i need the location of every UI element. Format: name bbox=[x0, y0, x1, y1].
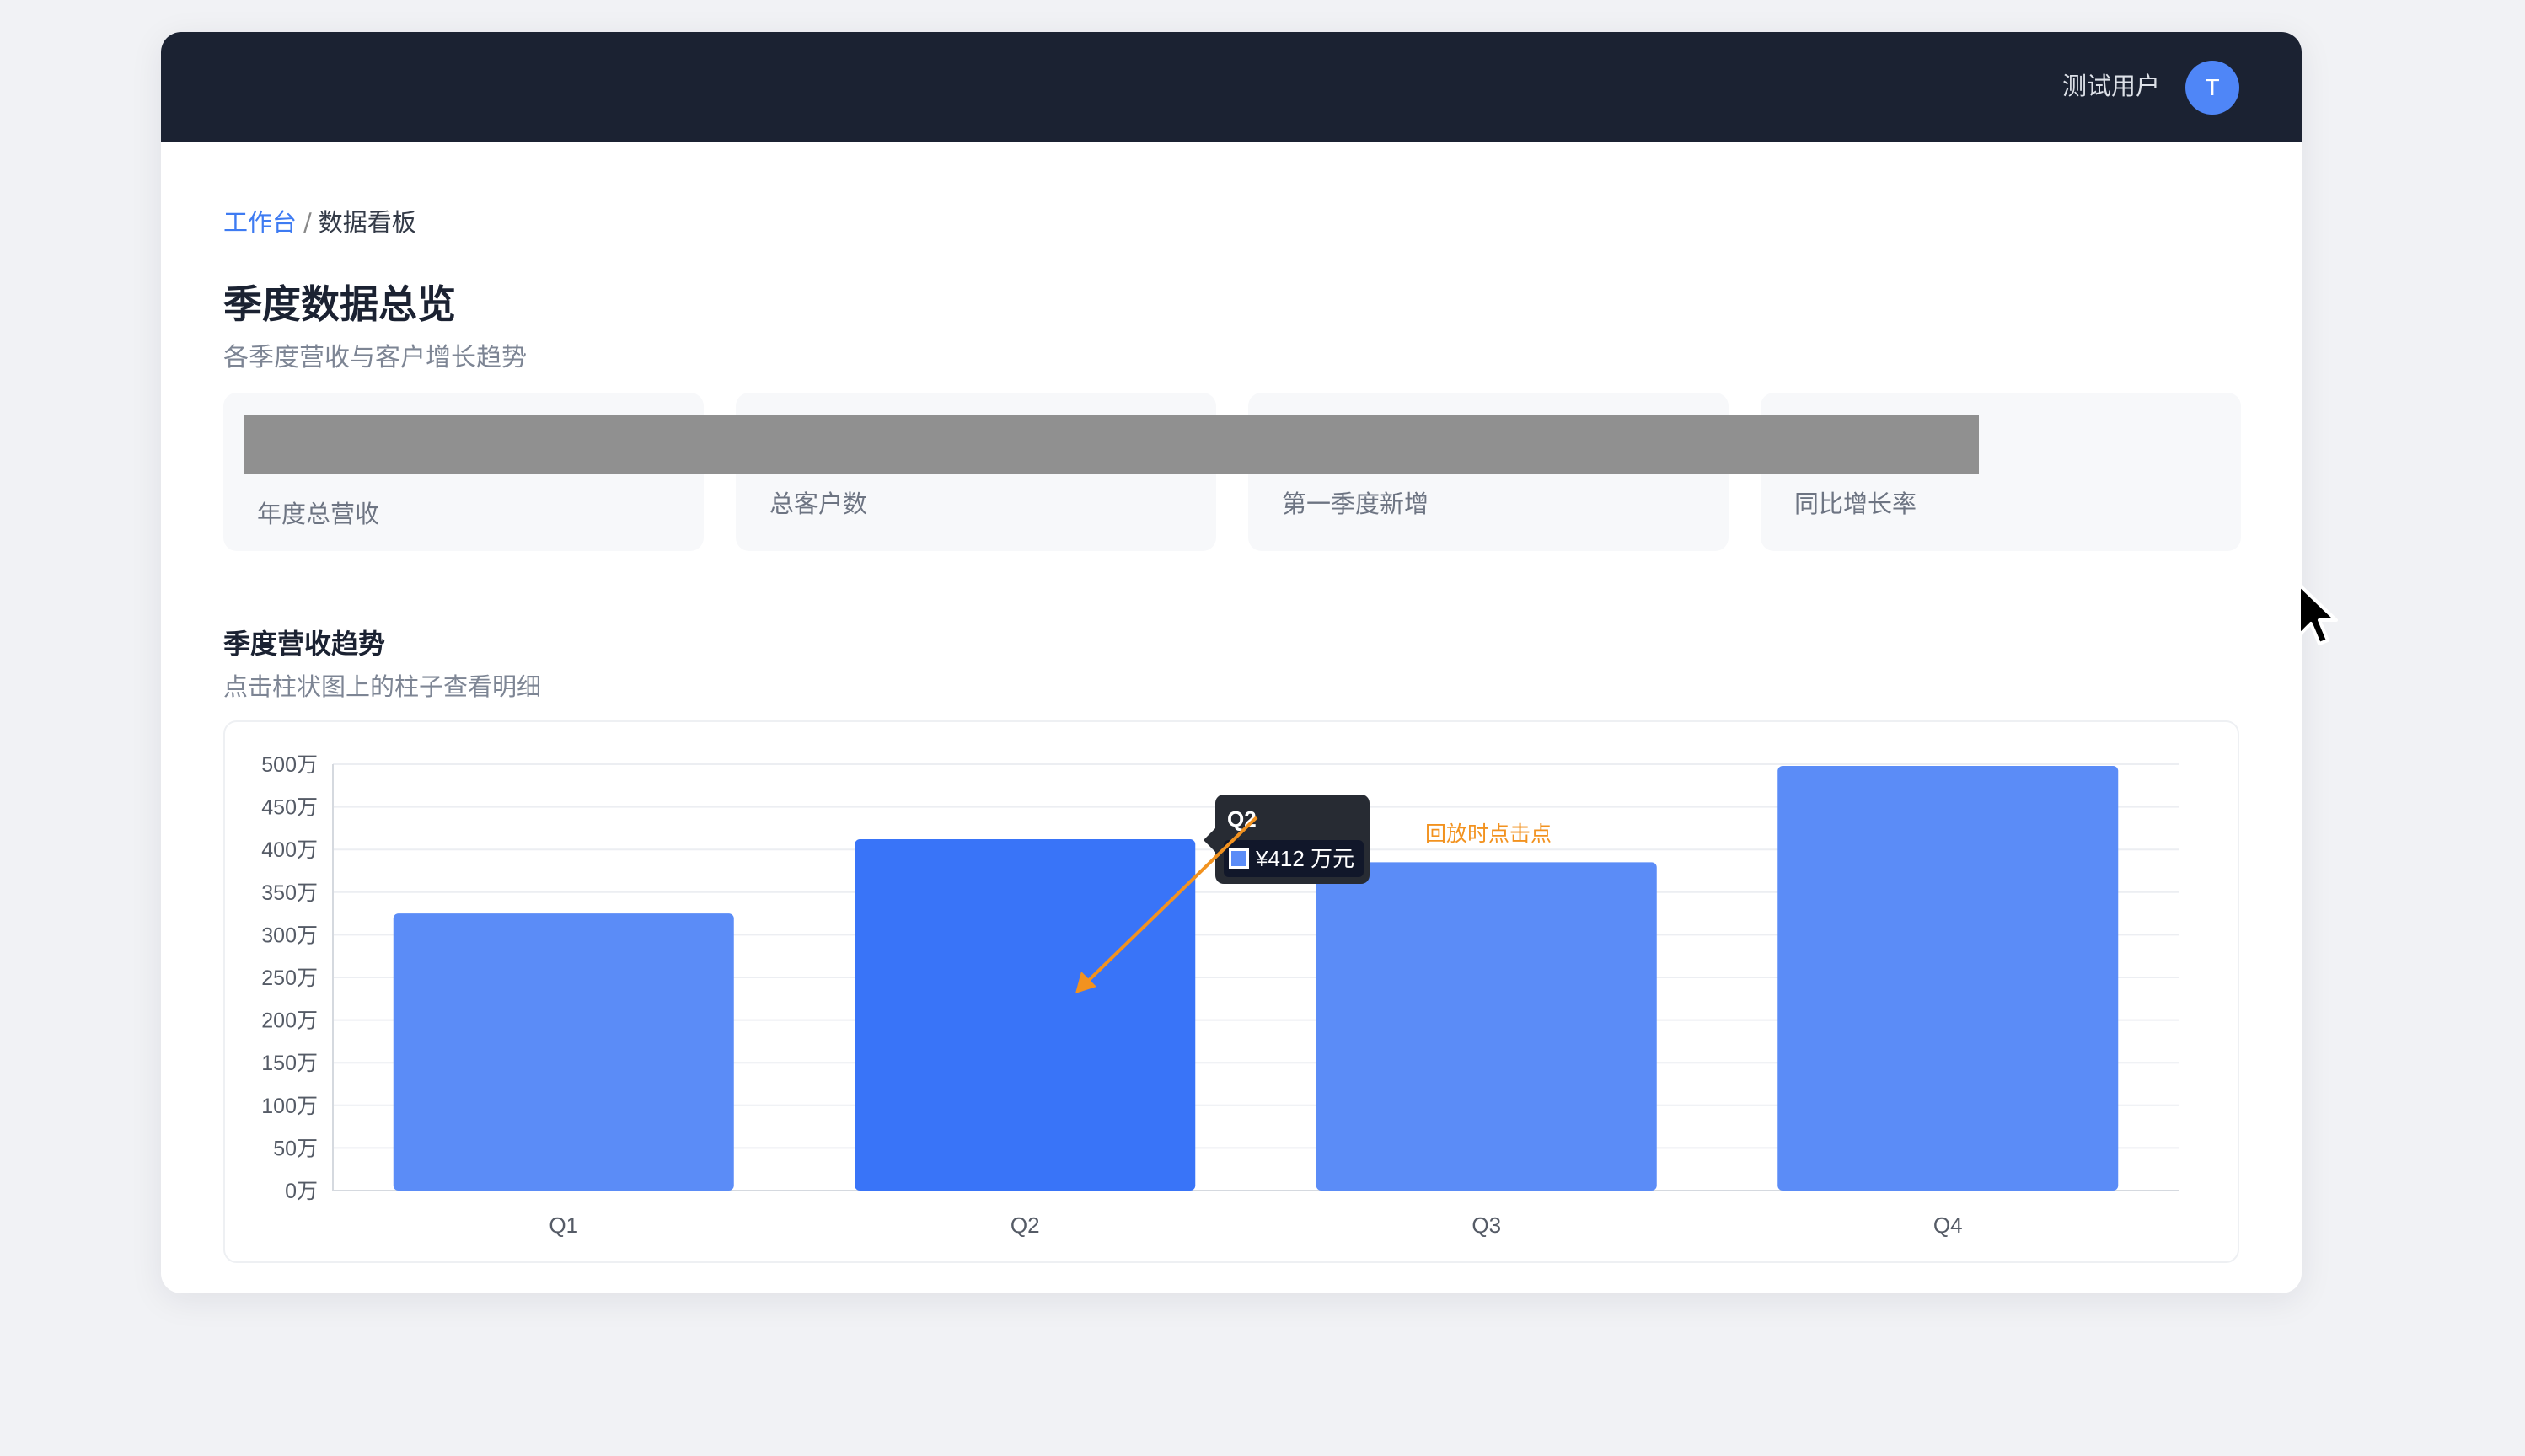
tooltip-value-row: ¥412 万元 bbox=[1224, 840, 1364, 877]
stat-label: 年度总营收 bbox=[257, 500, 380, 528]
top-navigation-bar: 测试用户 T bbox=[161, 32, 2302, 142]
y-tick-label: 150万 bbox=[261, 1052, 318, 1075]
redaction-bar bbox=[244, 415, 1979, 474]
page-title: 季度数据总览 bbox=[223, 281, 456, 327]
stat-label: 同比增长率 bbox=[1794, 490, 1917, 518]
replay-click-annotation: 回放时点击点 bbox=[1425, 822, 1552, 846]
y-tick-label: 300万 bbox=[261, 923, 318, 947]
y-tick-label: 350万 bbox=[261, 881, 318, 905]
stat-label: 总客户数 bbox=[769, 490, 868, 518]
tooltip-title: Q2 bbox=[1227, 806, 1257, 832]
y-tick-label: 50万 bbox=[273, 1137, 318, 1160]
stat-label: 第一季度新增 bbox=[1282, 490, 1429, 518]
x-tick-label: Q1 bbox=[549, 1212, 578, 1238]
bar-q1[interactable] bbox=[393, 913, 734, 1191]
breadcrumb-link-workbench[interactable]: 工作台 bbox=[223, 208, 297, 237]
bar-q2[interactable] bbox=[855, 839, 1196, 1191]
y-tick-label: 450万 bbox=[261, 796, 318, 820]
chart-section-title: 季度营收趋势 bbox=[223, 628, 386, 660]
tooltip-value: ¥412 万元 bbox=[1256, 846, 1355, 871]
mouse-cursor-icon bbox=[2297, 583, 2338, 645]
chart-section-subtitle: 点击柱状图上的柱子查看明细 bbox=[223, 672, 542, 701]
breadcrumb: 工作台 / 数据看板 bbox=[223, 206, 416, 239]
bar-q3[interactable] bbox=[1316, 862, 1657, 1191]
user-avatar[interactable]: T bbox=[2185, 61, 2239, 115]
user-name[interactable]: 测试用户 bbox=[2062, 69, 2160, 103]
tooltip-color-swatch bbox=[1229, 848, 1249, 869]
y-tick-label: 400万 bbox=[261, 838, 318, 862]
y-tick-label: 500万 bbox=[261, 753, 318, 777]
y-tick-label: 0万 bbox=[285, 1180, 318, 1203]
bar-q4[interactable] bbox=[1777, 766, 2119, 1191]
y-tick-label: 200万 bbox=[261, 1009, 318, 1033]
x-tick-label: Q4 bbox=[1933, 1212, 1963, 1238]
breadcrumb-separator: / bbox=[303, 208, 312, 237]
bar-tooltip: Q2 ¥412 万元 bbox=[1204, 795, 1370, 884]
page-subtitle: 各季度营收与客户增长趋势 bbox=[223, 343, 527, 372]
dashboard-card: 测试用户 T 工作台 / 数据看板 季度数据总览 各季度营收与客户增长趋势 年度总营… bbox=[161, 32, 2302, 1293]
y-tick-label: 100万 bbox=[261, 1095, 318, 1118]
breadcrumb-current: 数据看板 bbox=[318, 208, 416, 237]
x-tick-label: Q2 bbox=[1011, 1212, 1040, 1238]
x-tick-label: Q3 bbox=[1472, 1212, 1501, 1238]
y-tick-label: 250万 bbox=[261, 966, 318, 990]
